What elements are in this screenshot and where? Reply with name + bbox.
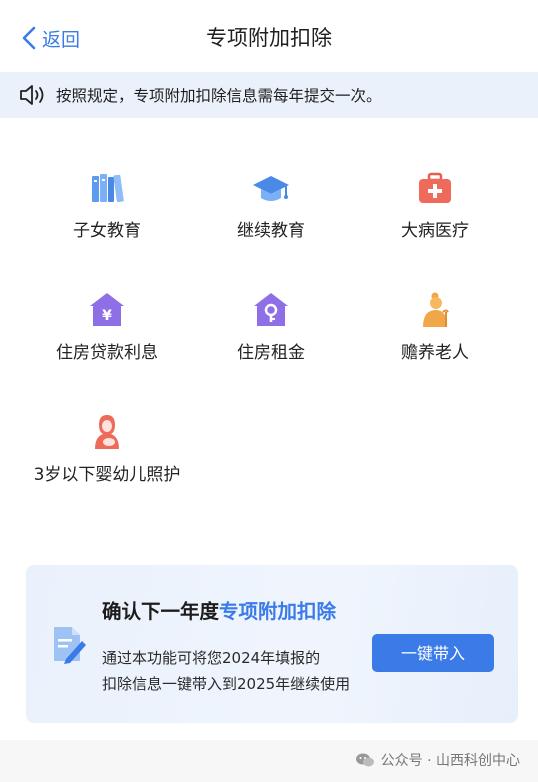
card-description: 通过本功能可将您2024年填报的 扣除信息一键带入到2025年继续使用 xyxy=(102,645,382,697)
item-label: 住房贷款利息 xyxy=(56,343,158,363)
footer: 公众号 · 山西科创中心 xyxy=(0,740,538,782)
card-heading: 确认下一年度专项附加扣除 xyxy=(102,595,336,624)
item-label: 子女教育 xyxy=(73,221,141,241)
document-pen-icon xyxy=(54,627,86,664)
item-label: 3岁以下婴幼儿照护 xyxy=(33,465,181,485)
heading-highlight: 专项附加扣除 xyxy=(219,600,337,623)
heading-prefix: 确认下一年度 xyxy=(102,600,220,623)
confirm-card: 确认下一年度专项附加扣除 通过本功能可将您2024年填报的 扣除信息一键带入到2… xyxy=(26,565,518,723)
speaker-icon xyxy=(20,85,44,105)
wechat-icon xyxy=(355,753,374,767)
desc-line-1: 通过本功能可将您2024年填报的 xyxy=(102,649,321,667)
item-label: 赡养老人 xyxy=(401,343,469,363)
item-housing-loan-interest[interactable]: ¥ 住房贷款利息 xyxy=(22,290,192,366)
item-elderly-support[interactable]: 赡养老人 xyxy=(350,290,520,366)
item-label: 继续教育 xyxy=(237,221,305,241)
item-serious-illness[interactable]: 大病医疗 xyxy=(350,168,520,244)
item-children-education[interactable]: 子女教育 xyxy=(22,168,192,244)
mother-infant-icon xyxy=(95,415,119,449)
medical-kit-icon xyxy=(419,172,451,203)
notice-bar: 按照规定，专项附加扣除信息需每年提交一次。 xyxy=(0,72,538,118)
graduation-cap-icon xyxy=(253,176,289,201)
svg-text:¥: ¥ xyxy=(102,308,112,324)
item-label: 大病医疗 xyxy=(401,221,469,241)
desc-line-2: 扣除信息一键带入到2025年继续使用 xyxy=(102,675,351,693)
item-housing-rent[interactable]: 住房租金 xyxy=(186,290,356,366)
one-click-import-button[interactable]: 一键带入 xyxy=(372,634,494,672)
house-key-icon xyxy=(254,293,288,326)
watermark-text: 公众号 · 山西科创中心 xyxy=(380,753,520,769)
item-continuing-education[interactable]: 继续教育 xyxy=(186,168,356,244)
item-infant-care[interactable]: 3岁以下婴幼儿照护 xyxy=(22,412,192,488)
books-icon xyxy=(92,174,124,203)
elderly-icon xyxy=(423,292,449,327)
house-loan-icon: ¥ xyxy=(90,293,124,326)
notice-text: 按照规定，专项附加扣除信息需每年提交一次。 xyxy=(56,87,382,105)
item-label: 住房租金 xyxy=(237,343,305,363)
page-title: 专项附加扣除 xyxy=(206,26,332,50)
watermark: 公众号 · 山西科创中心 xyxy=(355,750,520,770)
nav-bar: 返回 专项附加扣除 xyxy=(0,0,538,72)
